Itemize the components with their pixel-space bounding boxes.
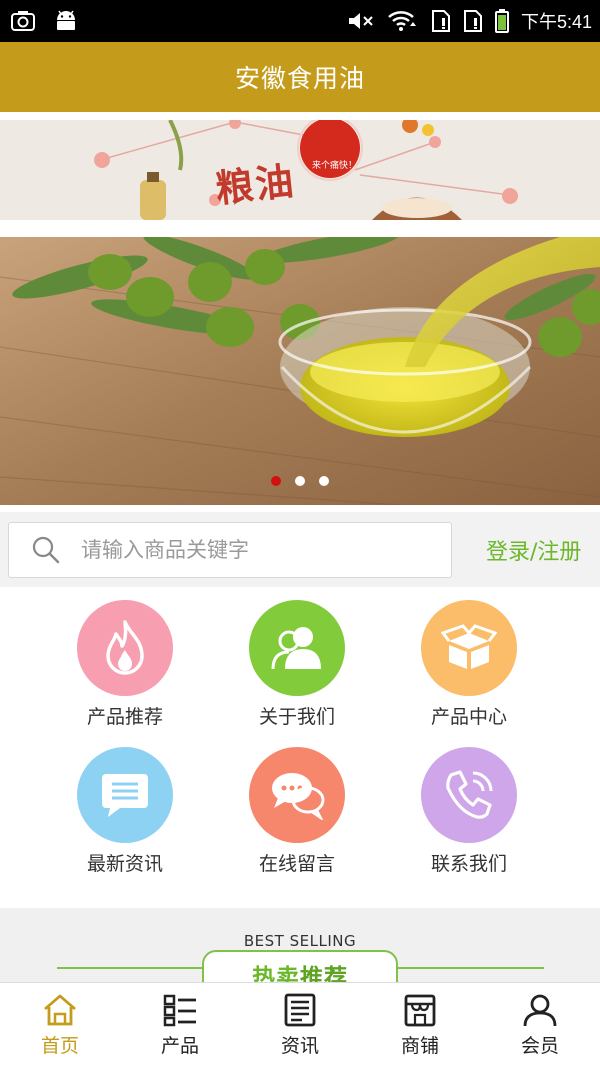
screenshot-icon [11,11,35,31]
login-register-link[interactable]: 登录/注册 [486,534,581,566]
nav-label: 首页 [40,1035,79,1057]
grid-item-product-recommend[interactable]: 产品推荐 [40,600,210,729]
android-icon [57,10,75,30]
best-selling-prefix: 热卖 [252,965,300,982]
status-bar: 下午5:41 [0,0,600,42]
divider [57,967,203,969]
mute-icon [348,13,373,29]
box-icon [421,600,517,696]
page-title: 安徽食用油 [234,64,365,93]
promo-headline: 粮油 [213,158,298,212]
best-selling-suffix: 推荐 [300,965,348,982]
grid-item-online-message[interactable]: 在线留言 [212,747,382,876]
nav-label: 产品 [160,1035,199,1057]
app-header: 安徽食用油 [0,42,600,112]
chat-icon [249,747,345,843]
home-icon [44,994,76,1026]
best-selling-en: BEST SELLING [243,932,357,950]
nav-store[interactable]: 商铺 [360,983,480,1067]
carousel-dots [0,476,600,486]
list-icon [163,994,196,1027]
carousel-dot-1[interactable] [271,476,281,486]
best-selling-section: BEST SELLING 热卖推荐 [0,908,600,982]
nav-label: 资讯 [280,1035,319,1057]
search-box[interactable] [8,522,452,578]
sim1-icon [431,10,450,32]
bottom-nav: 首页 产品 资讯 商铺 会员 [0,982,600,1067]
nav-home[interactable]: 首页 [0,983,120,1067]
nav-member[interactable]: 会员 [480,983,600,1067]
status-time: 下午5:41 [520,12,592,32]
search-icon [32,536,60,564]
search-bar: 登录/注册 [0,512,600,587]
message-icon [77,747,173,843]
promo-badge: 来个痛快！ [312,161,358,171]
grid-label: 产品中心 [430,706,507,728]
best-selling-title: 热卖推荐 [202,950,398,982]
divider [398,967,544,969]
battery-icon [494,9,509,33]
olive-oil-image [0,237,600,505]
user-icon [523,994,557,1027]
promo-decoration [94,120,518,220]
grid-item-contact-us[interactable]: 联系我们 [384,747,554,876]
hero-carousel[interactable] [0,237,600,505]
grid-item-latest-news[interactable]: 最新资讯 [40,747,210,876]
store-icon [404,994,436,1027]
grid-item-product-center[interactable]: 产品中心 [384,600,554,729]
grid-label: 关于我们 [258,706,335,728]
grid-label: 产品推荐 [86,706,163,728]
carousel-dot-3[interactable] [319,476,329,486]
flame-icon [77,600,173,696]
phone-icon [421,747,517,843]
nav-products[interactable]: 产品 [120,983,240,1067]
nav-news[interactable]: 资讯 [240,983,360,1067]
grid-label: 在线留言 [258,853,335,875]
carousel-dot-2[interactable] [295,476,305,486]
search-input[interactable] [81,538,411,562]
feature-grid: 产品推荐 关于我们 产品中心 最新资讯 在线留言 联系我们 [0,587,600,907]
nav-label: 商铺 [400,1035,439,1057]
grid-label: 联系我们 [430,853,507,875]
nav-label: 会员 [520,1035,559,1057]
promo-banner[interactable]: 粮油 来个痛快！ [0,120,600,220]
users-icon [249,600,345,696]
news-icon [284,993,316,1027]
grid-item-about-us[interactable]: 关于我们 [212,600,382,729]
sim2-icon [463,10,482,32]
wifi-icon [388,11,416,31]
grid-label: 最新资讯 [86,853,163,875]
